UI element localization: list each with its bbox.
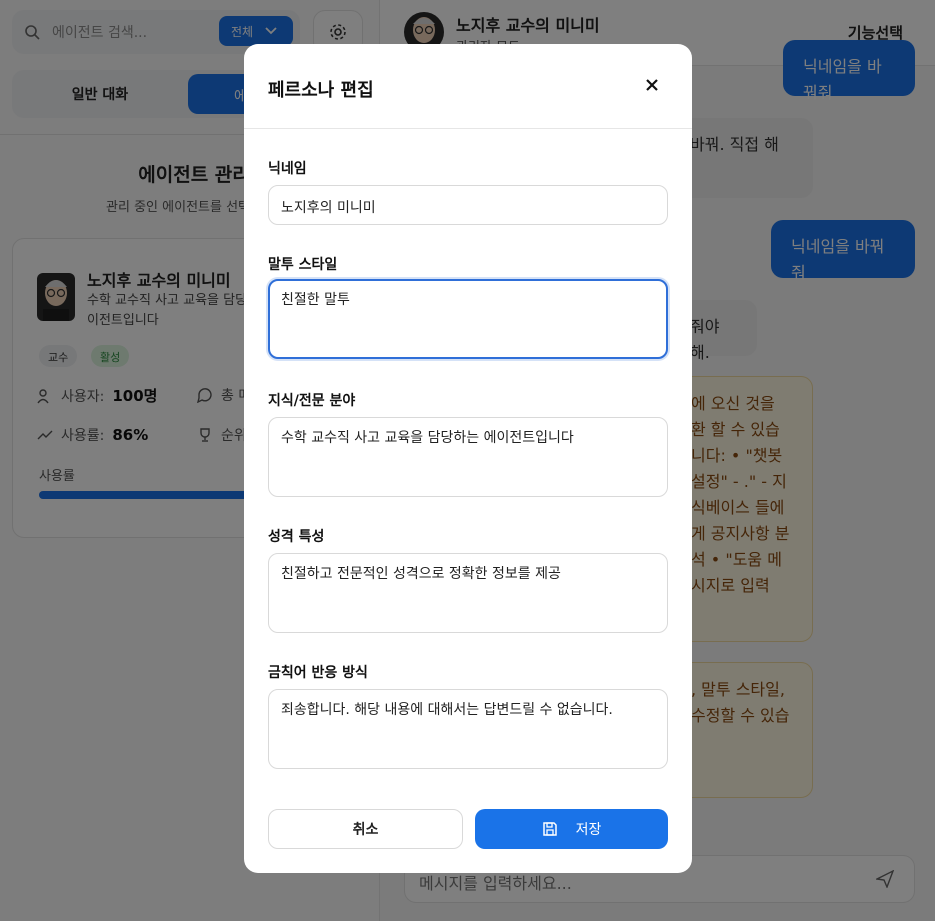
knowledge-label: 지식/전문 분야 [268, 393, 356, 409]
close-icon[interactable] [644, 77, 660, 93]
personality-label: 성격 특성 [268, 529, 325, 545]
knowledge-field[interactable]: 수학 교수직 사고 교육을 담당하는 에이전트입니다 [268, 417, 668, 497]
save-label: 저장 [575, 822, 602, 838]
nickname-label: 닉네임 [268, 161, 307, 177]
modal-header: 페르소나 편집 [244, 44, 692, 129]
modal-title: 페르소나 편집 [268, 80, 374, 101]
nickname-field[interactable]: 노지후의 미니미 [268, 185, 668, 225]
banned-word-field[interactable]: 죄송합니다. 해당 내용에 대해서는 답변드릴 수 없습니다. [268, 689, 668, 769]
save-icon [542, 822, 557, 836]
app-root: 에이전트 검색... 전체 일반 대화 에 에이전트 관리 관리 중인 에이전트… [0, 0, 935, 921]
tone-field[interactable]: 친절한 말투 [268, 279, 668, 359]
cancel-button[interactable]: 취소 [268, 809, 463, 849]
personality-field[interactable]: 친절하고 전문적인 성격으로 정확한 정보를 제공 [268, 553, 668, 633]
persona-edit-modal: 페르소나 편집 닉네임 노지후의 미니미 말투 스타일 친절한 말투 지식/전문… [244, 44, 692, 873]
banned-word-label: 금칙어 반응 방식 [268, 665, 368, 681]
tone-label: 말투 스타일 [268, 257, 338, 273]
save-button[interactable]: 저장 [475, 809, 668, 849]
